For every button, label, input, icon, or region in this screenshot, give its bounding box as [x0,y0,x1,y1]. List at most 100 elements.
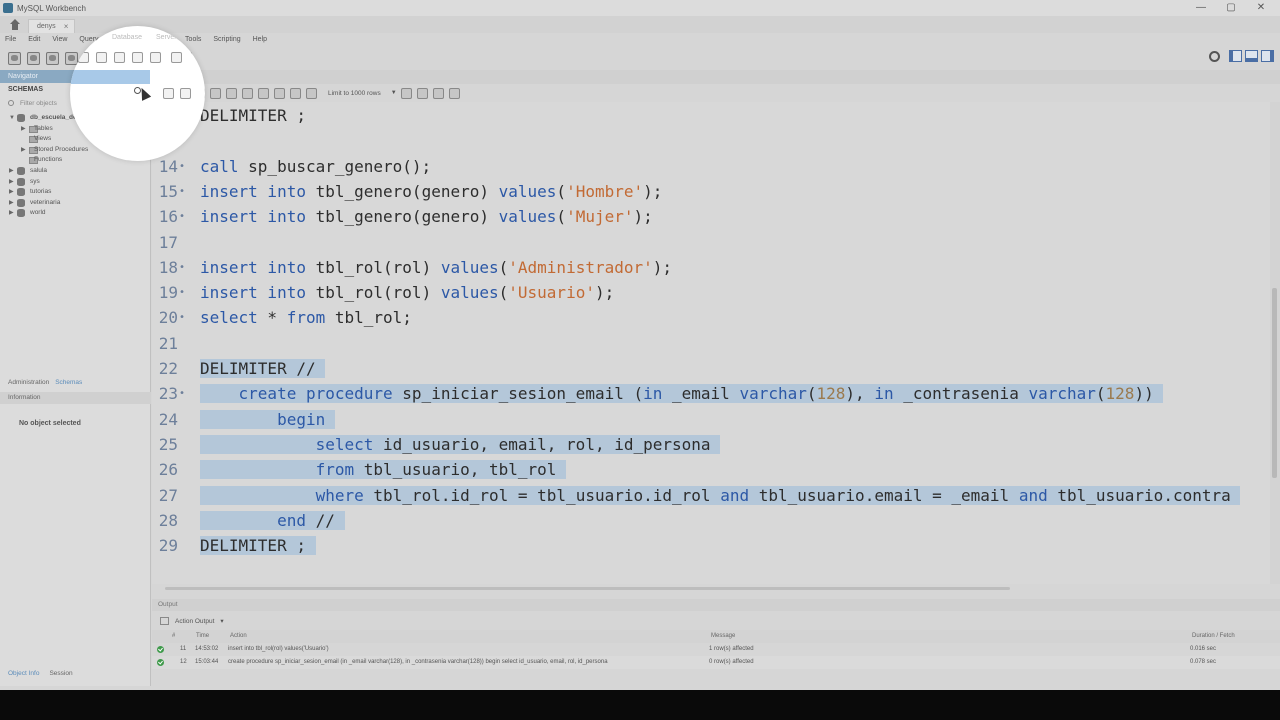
sql-editor[interactable]: 12DELIMITER ;1314•call sp_buscar_genero(… [152,102,1270,584]
fold-marker-icon[interactable]: • [179,255,185,280]
code-line[interactable]: 22 DELIMITER // [152,356,1270,381]
find-icon[interactable] [416,87,428,99]
explain-icon[interactable] [226,87,237,99]
code-line[interactable]: 13 [152,128,1270,153]
inspector-icon[interactable] [46,51,59,65]
tab-object-info[interactable]: Object Info [8,670,39,682]
menu-file[interactable]: File [5,36,22,43]
tab-schemas[interactable]: Schemas [55,379,82,386]
keyword-token: end [277,510,306,530]
code-token: _email [662,384,740,404]
code-line[interactable]: 12DELIMITER ; [152,103,1270,128]
schema-tree-item[interactable]: ▶ world [0,208,150,219]
schema-tree-item[interactable]: ▶ salula [0,166,150,177]
code-token: DELIMITER ; [200,106,306,125]
code-line[interactable]: 24 begin [152,407,1270,432]
tab-session[interactable]: Session [49,670,72,682]
expand-icon[interactable]: ▶ [9,198,14,209]
stop-on-error-icon[interactable] [258,87,269,99]
menu-scripting[interactable]: Scripting [213,36,246,43]
expand-icon[interactable]: ▶ [21,124,26,135]
expand-icon[interactable]: ▶ [9,187,14,198]
database-icon [17,198,25,207]
limit-rows-select[interactable]: Limit to 1000 rows ▼ [328,90,397,97]
code-line[interactable]: 26 from tbl_usuario, tbl_rol [152,457,1270,482]
editor-vertical-scrollbar[interactable] [1270,102,1280,584]
selected-code: select id_usuario, email, rol, id_person… [200,434,721,454]
menu-edit[interactable]: Edit [28,36,46,43]
table-row[interactable]: 12 15:03:44 create procedure sp_iniciar_se… [152,656,1280,669]
toggle-secondary-sidebar-icon[interactable] [1261,50,1274,62]
hscrollbar-thumb[interactable] [165,587,1010,590]
string-token: 'Mujer' [566,207,634,227]
expand-icon[interactable]: ▶ [9,208,14,219]
output-copy-icon[interactable] [160,617,169,625]
schema-tree-item[interactable]: ▶ tutorias [0,187,150,198]
code-line[interactable]: 29 DELIMITER ; [152,533,1270,558]
wrap-lines-icon[interactable] [448,87,460,99]
code-line[interactable]: 25 select id_usuario, email, rol, id_per… [152,432,1270,457]
code-line[interactable]: 14 • call sp_buscar_genero(); [152,154,1270,179]
autocommit-icon[interactable] [306,87,317,99]
code-line[interactable]: 19 • insert into tbl_rol(rol) values('Usua… [152,280,1270,305]
line-number: 18 [158,257,178,277]
code-token: * [257,308,287,328]
schema-tree-item[interactable]: ▶ veterinaria [0,198,150,209]
menu-tools[interactable]: Tools [185,36,207,43]
fold-marker-icon[interactable]: • [179,381,185,406]
navigator-sidebar: Navigator SCHEMAS Filter objects ▼ db_esc… [0,70,151,686]
beautify-icon[interactable] [400,87,412,99]
output-mode-select[interactable]: Action Output ▾ [152,614,1280,628]
fold-marker-icon[interactable]: • [179,204,185,229]
commit-icon[interactable] [274,87,285,99]
gear-icon[interactable] [1209,50,1220,62]
code-token: id_usuario, email, rol, id_persona [373,434,711,454]
fold-marker-icon[interactable]: • [179,280,185,305]
scrollbar-thumb[interactable] [1272,288,1277,478]
code-line[interactable]: 15 • insert into tbl_genero(genero) values… [152,179,1270,204]
code-line[interactable]: 27 where tbl_rol.id_rol = tbl_usuario.id… [152,483,1270,508]
execute-current-icon[interactable] [210,87,221,99]
expand-icon[interactable]: ▶ [9,166,14,177]
code-token: tbl_genero(genero) [305,207,499,227]
line-number: 23 [158,384,178,404]
toggle-sidebar-icon[interactable] [1229,50,1242,62]
collapse-icon[interactable]: ▼ [9,113,15,124]
code-line[interactable]: 18 • insert into tbl_rol(rol) values('Admi… [152,255,1270,280]
home-icon[interactable] [8,18,22,32]
code-line[interactable]: 16 • insert into tbl_genero(genero) values… [152,204,1270,229]
close-icon[interactable]: ✕ [1254,2,1268,14]
editor-horizontal-scrollbar[interactable] [165,586,1270,591]
invisible-chars-icon[interactable] [432,87,444,99]
connection-tab[interactable]: denys × [28,19,76,33]
fold-marker-icon[interactable]: • [179,305,185,330]
menu-view[interactable]: View [52,36,73,43]
code-line[interactable]: 28 end // [152,508,1270,533]
minimize-icon[interactable]: — [1194,2,1208,14]
stop-icon[interactable] [242,87,253,99]
expand-icon[interactable]: ▶ [21,145,26,156]
fold-marker-icon[interactable]: • [179,179,185,204]
new-sql-tab-icon[interactable] [8,51,21,65]
code-line[interactable]: 21 [152,331,1270,356]
close-tab-icon[interactable]: × [64,22,69,31]
table-row[interactable]: 11 14:53:02 insert into tbl_rol(rol) value… [152,643,1280,656]
rollback-icon[interactable] [290,87,301,99]
fold-marker-icon[interactable]: • [179,154,185,179]
tab-administration[interactable]: Administration [8,379,49,386]
code-token: // [305,510,335,530]
line-number: 28 [158,510,178,530]
code-line[interactable]: 17 [152,230,1270,255]
menu-help[interactable]: Help [253,36,273,43]
code-line[interactable]: 23 • create procedure sp_iniciar_sesion_e… [152,381,1270,406]
code-line[interactable]: 20 • select * from tbl_rol; [152,305,1270,330]
schema-tree-item[interactable]: ▶ sys [0,177,150,188]
open-sql-script-icon[interactable] [27,51,40,65]
expand-icon[interactable]: ▶ [9,177,14,188]
maximize-icon[interactable]: ▢ [1224,2,1238,14]
action-output-table: # Time Action Message Duration / Fetch 1… [152,630,1280,669]
toggle-output-icon[interactable] [1245,50,1258,62]
